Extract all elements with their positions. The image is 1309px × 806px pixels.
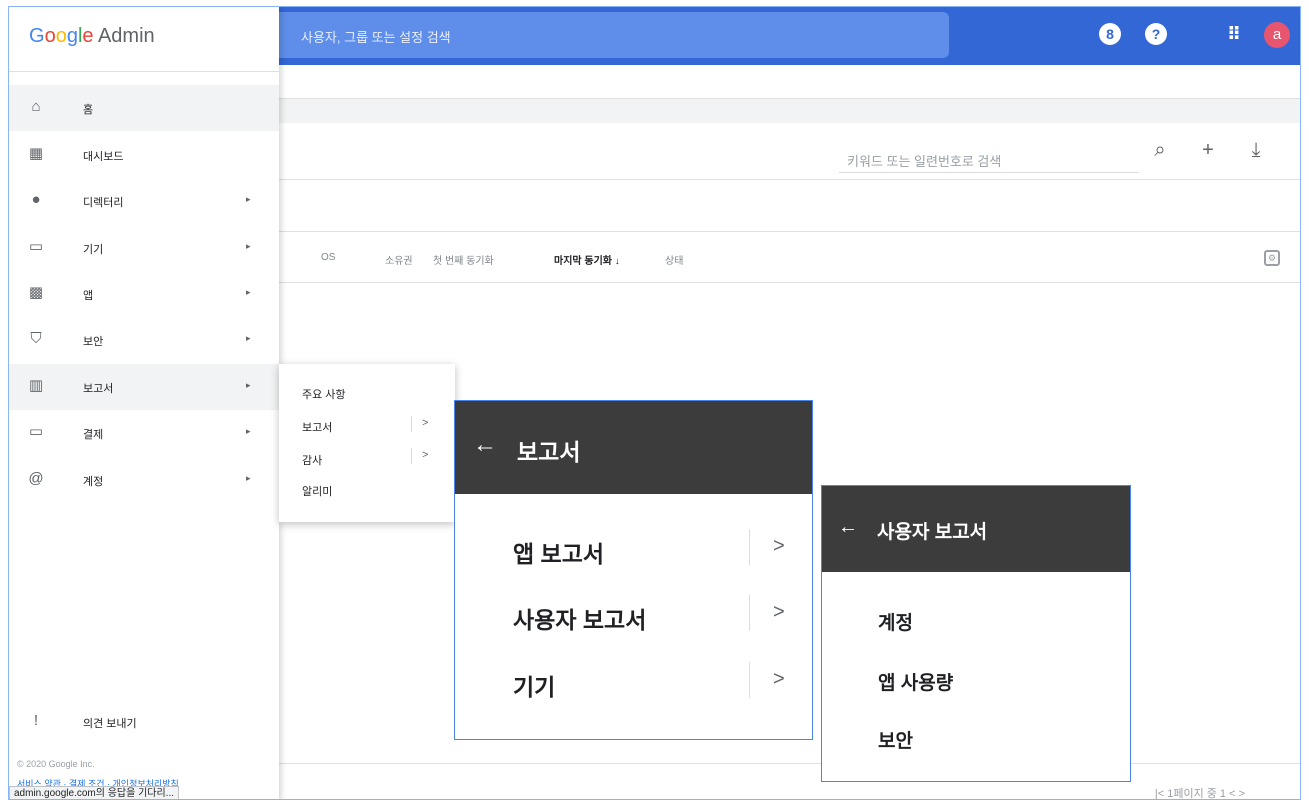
- download-icon[interactable]: ⤓: [1245, 139, 1267, 162]
- sidebar-item-dashboard[interactable]: ▦ 대시보드: [9, 132, 279, 178]
- panel-item-user-reports[interactable]: 사용자 보고서 >: [455, 589, 812, 639]
- sidebar-item-security[interactable]: ⛉ 보안 ▸: [9, 317, 279, 363]
- logo-letter: e: [82, 25, 94, 47]
- pagination[interactable]: |< 1페이지 중 1 < >: [1155, 785, 1245, 799]
- sidebar-item-label: 대시보드: [83, 151, 124, 163]
- sidebar-item-account[interactable]: @ 계정 ▸: [9, 457, 279, 503]
- logo-letter: g: [66, 25, 78, 47]
- apps-grid-icon: ▩: [28, 284, 44, 301]
- reports-panel-zoom: ← 보고서 앱 보고서 > 사용자 보고서 > 기기 >: [454, 400, 813, 740]
- account-8-icon[interactable]: 8: [1099, 23, 1121, 45]
- global-search-placeholder: 사용자, 그룹 또는 설정 검색: [301, 30, 451, 45]
- panel-item-devices[interactable]: 기기 >: [455, 656, 812, 706]
- divider: [411, 416, 412, 432]
- chevron-right-icon: ▸: [246, 194, 251, 204]
- panel-item-app-usage[interactable]: 앱 사용량: [878, 668, 953, 695]
- column-first-sync[interactable]: 첫 번째 동기화: [433, 252, 494, 267]
- reports-panel-title: 보고서: [517, 439, 581, 465]
- send-feedback-label: 의견 보내기: [83, 718, 137, 730]
- logo-letter: G: [29, 25, 45, 47]
- sidebar-item-label: 기기: [83, 244, 104, 256]
- flyout-item-highlights[interactable]: 주요 사항: [302, 386, 346, 402]
- sidebar-item-billing[interactable]: ▭ 결제 ▸: [9, 410, 279, 456]
- back-arrow-icon[interactable]: ←: [838, 516, 858, 539]
- back-arrow-icon[interactable]: ←: [473, 431, 497, 459]
- sidebar-item-apps[interactable]: ▩ 앱 ▸: [9, 271, 279, 317]
- avatar[interactable]: a: [1264, 22, 1290, 48]
- chevron-right-icon: ▸: [246, 241, 251, 251]
- reports-flyout-menu: 주요 사항 보고서 > 감사 > 알리미: [279, 364, 455, 522]
- copyright-text: © 2020 Google Inc.: [17, 759, 95, 769]
- chevron-right-icon[interactable]: >: [422, 417, 428, 429]
- divider: [749, 529, 750, 565]
- dashboard-icon: ▦: [28, 145, 44, 162]
- sidebar-item-devices[interactable]: ▭ 기기 ▸: [9, 225, 279, 271]
- divider: [749, 662, 750, 698]
- help-icon[interactable]: ?: [1145, 23, 1167, 45]
- sidebar-item-label: 결제: [83, 429, 104, 441]
- sidebar-item-label: 보고서: [83, 383, 114, 395]
- chevron-right-icon: >: [773, 535, 785, 557]
- panel-item-label: 사용자 보고서: [513, 607, 647, 633]
- google-admin-logo[interactable]: Google Admin: [29, 25, 155, 48]
- sidebar-item-home[interactable]: ⌂ 홈: [9, 85, 279, 131]
- chevron-right-icon: ▸: [246, 380, 251, 390]
- user-reports-panel-zoom: ← 사용자 보고서 계정 앱 사용량 보안: [821, 485, 1131, 782]
- panel-item-accounts[interactable]: 계정: [878, 608, 913, 635]
- user-reports-panel-title: 사용자 보고서: [877, 522, 988, 543]
- divider: [9, 71, 279, 72]
- sidebar-item-reports[interactable]: ▥ 보고서 ▸: [9, 364, 279, 410]
- chevron-right-icon: ▸: [246, 333, 251, 343]
- at-icon: @: [28, 470, 44, 487]
- add-icon[interactable]: +: [1197, 139, 1219, 162]
- column-last-sync[interactable]: 마지막 동기화 ↓: [554, 252, 620, 267]
- sidebar-item-label: 보안: [83, 336, 104, 348]
- home-icon: ⌂: [31, 98, 41, 115]
- divider: [411, 448, 412, 464]
- send-feedback-button[interactable]: ! 의견 보내기: [9, 699, 279, 745]
- shield-icon: ⛉: [30, 330, 42, 347]
- reports-icon: ▥: [28, 377, 44, 394]
- sidebar-item-label: 계정: [83, 476, 104, 488]
- flyout-item-audit[interactable]: 감사: [302, 452, 322, 468]
- billing-icon: ▭: [28, 423, 44, 440]
- panel-item-security[interactable]: 보안: [878, 726, 913, 753]
- logo-letter: o: [44, 25, 56, 47]
- logo-letter: o: [55, 25, 67, 47]
- sidebar-item-directory[interactable]: ● 디렉터리 ▸: [9, 178, 279, 224]
- column-os[interactable]: OS: [321, 252, 335, 263]
- chevron-right-icon: ▸: [246, 473, 251, 483]
- column-settings-icon[interactable]: ⚙: [1264, 250, 1280, 266]
- chevron-right-icon: ▸: [246, 287, 251, 297]
- keyword-search-input[interactable]: 키워드 또는 일련번호로 검색: [839, 145, 1139, 173]
- column-status[interactable]: 상태: [665, 252, 683, 267]
- chevron-right-icon: >: [773, 668, 785, 690]
- apps-launcher-icon[interactable]: ⠿: [1223, 23, 1245, 45]
- panel-item-app-reports[interactable]: 앱 보고서 >: [455, 523, 812, 573]
- sidebar-item-label: 홈: [83, 104, 94, 116]
- sidebar-item-label: 앱: [83, 290, 94, 302]
- side-nav-drawer: Google Admin ⌂ 홈 ▦ 대시보드 ● 디렉터리 ▸ ▭ 기기 ▸ …: [9, 7, 279, 799]
- chevron-right-icon: ▸: [246, 426, 251, 436]
- user-reports-panel-header: ← 사용자 보고서: [822, 486, 1130, 572]
- keyword-search-placeholder: 키워드 또는 일련번호로 검색: [847, 154, 1002, 169]
- browser-status-bar: admin.google.com의 응답을 기다리...: [9, 786, 180, 799]
- admin-window: 사용자, 그룹 또는 설정 검색 8 ? ⠿ a 키워드 또는 일련번호로 검색…: [8, 6, 1301, 800]
- chevron-right-icon: >: [773, 601, 785, 623]
- search-icon[interactable]: ⌕: [1149, 139, 1171, 162]
- panel-item-label: 기기: [513, 674, 556, 700]
- flyout-item-reports[interactable]: 보고서: [302, 419, 332, 435]
- divider: [749, 595, 750, 631]
- flyout-item-alerts[interactable]: 알리미: [302, 483, 332, 499]
- person-icon: ●: [31, 191, 41, 208]
- reports-panel-header: ← 보고서: [455, 401, 812, 494]
- chevron-right-icon[interactable]: >: [422, 449, 428, 461]
- logo-suffix: Admin: [93, 25, 155, 47]
- sidebar-item-label: 디렉터리: [83, 197, 124, 209]
- column-ownership[interactable]: 소유권: [385, 252, 413, 267]
- global-search-input[interactable]: 사용자, 그룹 또는 설정 검색: [271, 12, 949, 58]
- devices-icon: ▭: [28, 238, 44, 255]
- panel-item-label: 앱 보고서: [513, 541, 605, 567]
- feedback-icon: !: [33, 712, 39, 729]
